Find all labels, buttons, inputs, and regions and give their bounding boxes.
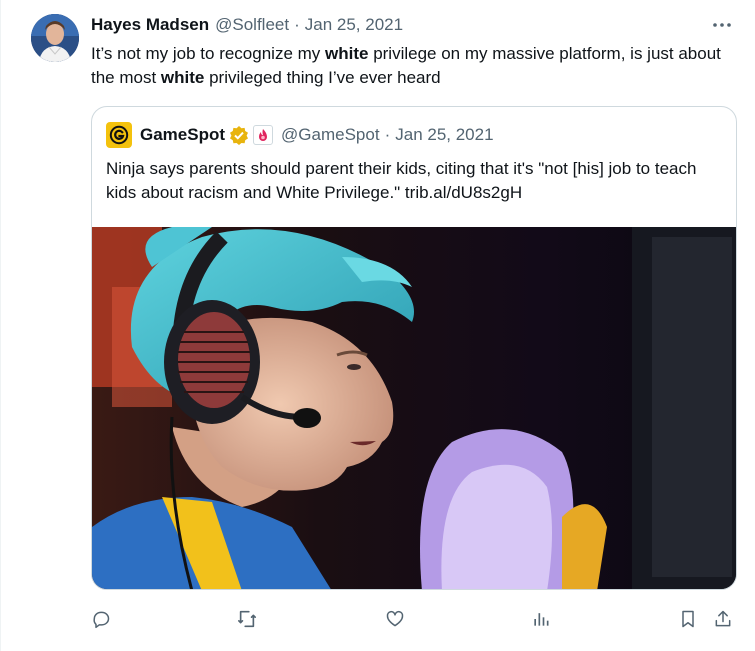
tweet-highlight: white bbox=[325, 44, 369, 63]
quoted-author-name[interactable]: GameSpot bbox=[140, 125, 225, 145]
separator-dot: · bbox=[384, 125, 391, 144]
share-icon[interactable] bbox=[709, 605, 737, 633]
tweet-header: Hayes Madsen @Solfleet · Jan 25, 2021 bbox=[91, 14, 735, 36]
quoted-tweet[interactable]: GameSpot @GameSpot · Jan 25, 2021 Ninja … bbox=[91, 106, 737, 590]
tweet-text: It’s not my job to recognize my white pr… bbox=[91, 42, 731, 90]
like-icon[interactable] bbox=[381, 605, 409, 633]
tweet-text-part: It’s not my job to recognize my bbox=[91, 44, 326, 63]
tweet-card[interactable]: Hayes Madsen @Solfleet · Jan 25, 2021 It… bbox=[0, 0, 755, 651]
separator-dot: · bbox=[294, 15, 300, 34]
ninja-photo-image bbox=[92, 227, 736, 589]
quoted-tweet-date[interactable]: Jan 25, 2021 bbox=[395, 125, 493, 145]
author-handle[interactable]: @Solfleet bbox=[215, 15, 289, 35]
gamespot-logo-icon[interactable] bbox=[106, 122, 132, 148]
avatar[interactable] bbox=[31, 14, 79, 62]
tweet-date[interactable]: Jan 25, 2021 bbox=[305, 15, 403, 35]
verified-badge-icon bbox=[229, 125, 249, 145]
more-icon[interactable] bbox=[711, 16, 733, 34]
tweet-text-part: privileged thing I’ve ever heard bbox=[204, 68, 441, 87]
quoted-author-handle[interactable]: @GameSpot bbox=[281, 125, 380, 145]
avatar-image bbox=[31, 14, 79, 62]
bookmark-icon[interactable] bbox=[674, 605, 702, 633]
reply-icon[interactable] bbox=[87, 605, 115, 633]
tweet-actions bbox=[91, 605, 741, 633]
views-icon[interactable] bbox=[527, 605, 555, 633]
affiliate-badge-icon bbox=[253, 125, 274, 145]
quoted-tweet-text: Ninja says parents should parent their k… bbox=[106, 159, 697, 202]
tweet-highlight: white bbox=[160, 68, 205, 87]
quoted-tweet-image[interactable] bbox=[92, 227, 736, 589]
quoted-tweet-header: GameSpot @GameSpot · Jan 25, 2021 bbox=[106, 122, 722, 148]
retweet-icon[interactable] bbox=[233, 605, 261, 633]
author-name[interactable]: Hayes Madsen bbox=[91, 15, 209, 35]
